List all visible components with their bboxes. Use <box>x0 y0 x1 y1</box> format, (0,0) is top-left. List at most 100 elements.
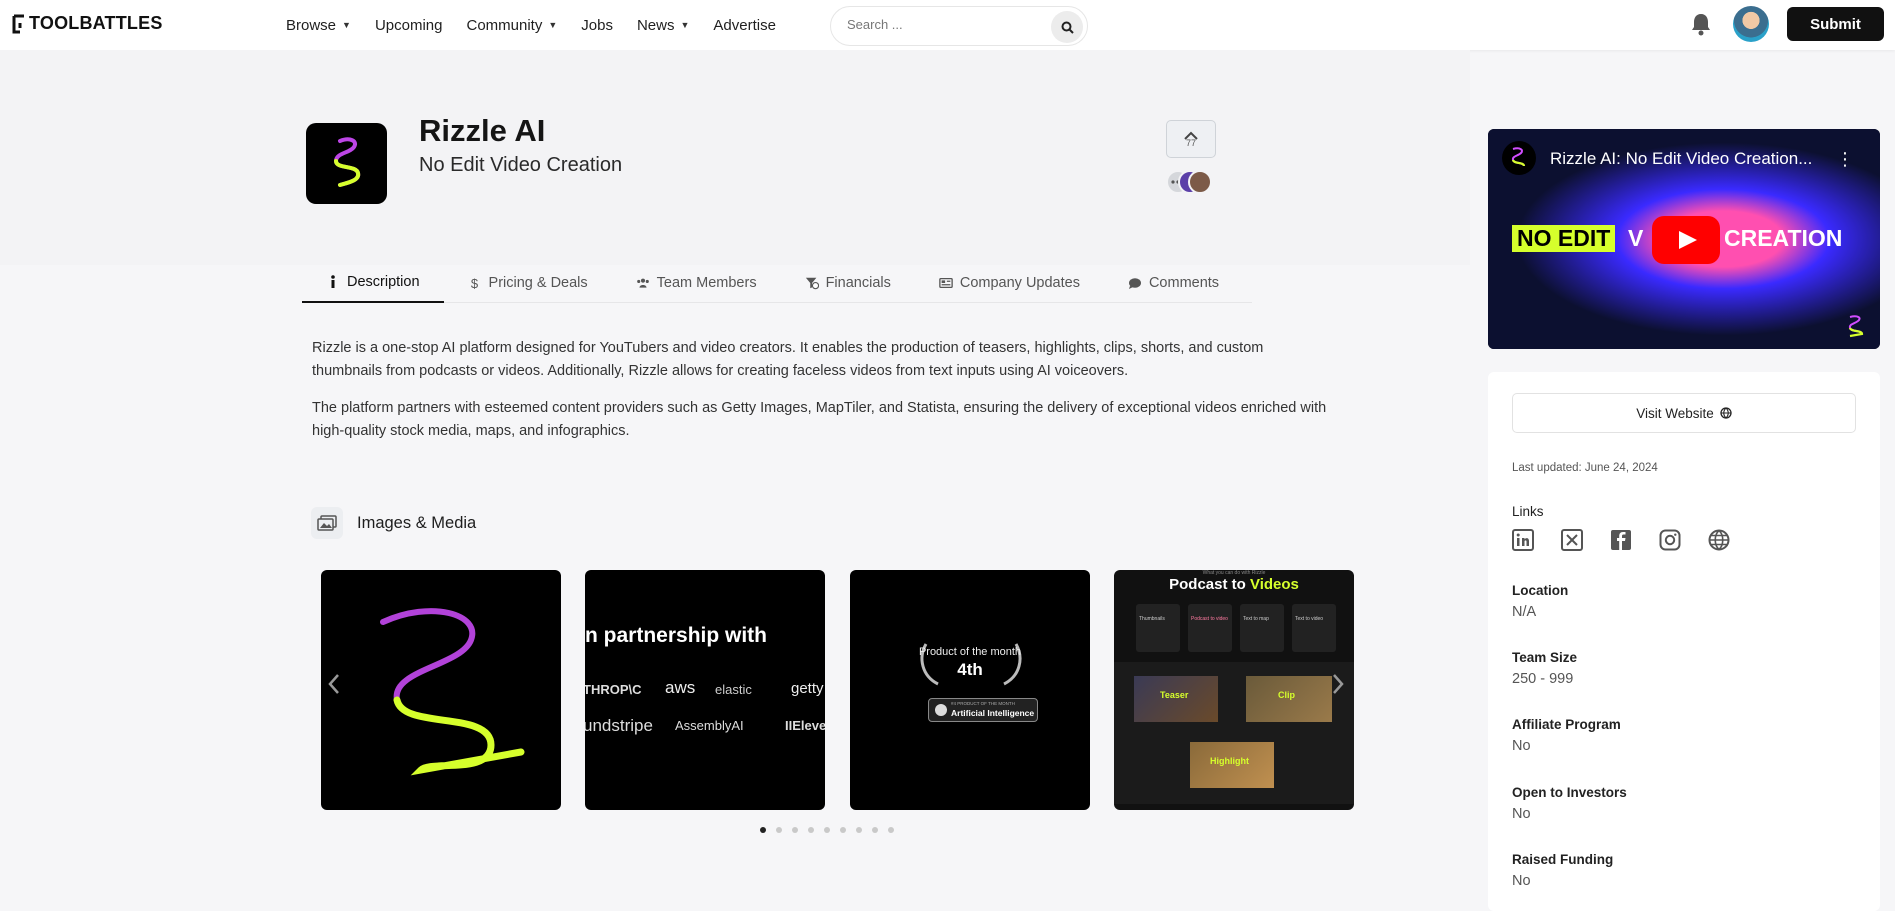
chevron-left-icon <box>328 674 339 694</box>
search-button[interactable] <box>1051 11 1083 43</box>
partner-logo: getty <box>791 680 824 697</box>
product-info-card: Visit Website Last updated: June 24, 202… <box>1488 372 1880 911</box>
info-value-location: N/A <box>1512 604 1537 620</box>
partner-logo: IIEleve <box>785 718 825 733</box>
media-slide[interactable]: Product of the month 4th #4 PRODUCT OF T… <box>850 570 1090 810</box>
carousel-dot[interactable] <box>856 827 862 833</box>
info-label-location: Location <box>1512 583 1569 598</box>
clip-thumbnail: Teaser <box>1134 676 1218 722</box>
video-overlay-text: V <box>1628 225 1644 251</box>
video-title: Rizzle AI: No Edit Video Creation... <box>1550 149 1813 168</box>
product-logo <box>306 123 387 204</box>
description-paragraph: Rizzle is a one-stop AI platform designe… <box>312 340 1264 379</box>
search-box <box>830 6 1088 46</box>
info-label-affiliate-program: Affiliate Program <box>1512 717 1621 732</box>
tab-team-members[interactable]: Team Members <box>612 263 781 303</box>
carousel-dot[interactable] <box>824 827 830 833</box>
top-navbar: TOOLBATTLES Browse ▼ Upcoming Community ▼ … <box>0 0 1895 50</box>
linkedin-icon[interactable] <box>1512 529 1534 551</box>
tab-company-updates[interactable]: Company Updates <box>915 263 1104 303</box>
user-avatar[interactable] <box>1733 6 1769 42</box>
carousel-dot[interactable] <box>776 827 782 833</box>
search-input[interactable] <box>847 17 1037 32</box>
media-section-title: Images & Media <box>357 513 477 532</box>
globe-icon[interactable] <box>1708 529 1730 551</box>
info-value-affiliate-program: No <box>1512 738 1531 754</box>
info-value-open-to-investors: No <box>1512 806 1531 822</box>
carousel-prev-button[interactable] <box>327 672 341 703</box>
partner-logo: elastic <box>715 682 752 697</box>
toolbattles-logo-icon <box>12 14 24 33</box>
carousel-dot[interactable] <box>888 827 894 833</box>
nav-community[interactable]: Community ▼ <box>466 17 557 34</box>
tab-financials[interactable]: Financials <box>781 263 915 303</box>
product-tagline: No Edit Video Creation <box>419 154 623 176</box>
notifications-bell-icon[interactable] <box>1690 12 1712 36</box>
chevron-down-icon: ▼ <box>680 20 690 30</box>
facebook-icon[interactable] <box>1610 529 1632 551</box>
nav-news[interactable]: News ▼ <box>637 17 689 34</box>
channel-avatar-icon <box>1502 141 1536 175</box>
video-overlay-text: CREATION <box>1724 225 1843 251</box>
images-icon <box>311 507 343 539</box>
feature-card: Text to video <box>1292 604 1336 652</box>
slide-heading: Podcast to Videos <box>1169 576 1299 593</box>
nav-browse[interactable]: Browse ▼ <box>286 17 351 34</box>
award-badge: #4 PRODUCT OF THE MONTH Artificial Intel… <box>928 698 1038 722</box>
upvote-count: 77 <box>1185 137 1196 148</box>
media-slide[interactable]: n partnership with THROP\C aws elastic g… <box>585 570 825 810</box>
carousel-dot[interactable] <box>808 827 814 833</box>
tab-comments[interactable]: Comments <box>1104 263 1243 303</box>
carousel-dot[interactable] <box>792 827 798 833</box>
comment-icon <box>1128 276 1142 290</box>
upvote-button[interactable]: 77 <box>1166 120 1216 158</box>
partner-logo: THROP\C <box>585 682 642 697</box>
tab-description[interactable]: Description <box>302 263 444 303</box>
info-value-team-size: 250 - 999 <box>1512 671 1574 687</box>
info-label-raised-funding: Raised Funding <box>1512 852 1614 867</box>
producthunt-icon <box>935 704 947 716</box>
main-nav: Browse ▼ Upcoming Community ▼ Jobs News ▼ A… <box>286 0 800 50</box>
submit-button[interactable]: Submit <box>1787 7 1884 41</box>
media-slide[interactable]: What you can do with Rizzle Podcast to V… <box>1114 570 1354 810</box>
more-vertical-icon[interactable]: ⋮ <box>1836 149 1854 170</box>
search-icon <box>1061 21 1074 34</box>
media-section-header: Images & Media <box>311 507 476 539</box>
brand-name: TOOLBATTLES <box>29 13 163 33</box>
users-icon <box>636 276 650 290</box>
voter-avatar <box>1188 170 1212 194</box>
rizzle-neon-logo-icon <box>380 608 525 776</box>
nav-jobs[interactable]: Jobs <box>581 17 613 34</box>
info-label-team-size: Team Size <box>1512 650 1578 665</box>
info-label-open-to-investors: Open to Investors <box>1512 785 1627 800</box>
tab-pricing-deals[interactable]: $ Pricing & Deals <box>444 263 612 303</box>
globe-icon <box>1720 407 1732 419</box>
clip-thumbnail: Clip <box>1246 676 1332 722</box>
visit-website-button[interactable]: Visit Website <box>1512 393 1856 433</box>
partner-logo: aws <box>665 678 696 697</box>
feature-card: Text to map <box>1240 604 1284 652</box>
media-slide[interactable] <box>321 570 561 810</box>
instagram-icon[interactable] <box>1659 529 1681 551</box>
carousel-dot[interactable] <box>840 827 846 833</box>
social-links <box>1512 529 1730 551</box>
carousel-next-button[interactable] <box>1331 672 1345 703</box>
video-embed[interactable]: Rizzle AI: No Edit Video Creation... ⋮ N… <box>1488 129 1880 349</box>
product-tabs: Description $ Pricing & Deals Team Membe… <box>302 263 1252 303</box>
rizzle-logo-icon <box>333 137 361 187</box>
carousel-dot[interactable] <box>872 827 878 833</box>
x-twitter-icon[interactable] <box>1561 529 1583 551</box>
award-rank: 4th <box>957 660 983 679</box>
youtube-play-button[interactable] <box>1652 216 1720 264</box>
nav-advertise[interactable]: Advertise <box>713 17 776 34</box>
nav-upcoming[interactable]: Upcoming <box>375 17 443 34</box>
info-value-raised-funding: No <box>1512 873 1531 889</box>
voter-avatars[interactable] <box>1166 170 1226 194</box>
info-icon <box>326 275 340 289</box>
last-updated: Last updated: June 24, 2024 <box>1512 462 1658 474</box>
feature-card: Podcast to video <box>1188 604 1232 652</box>
rizzle-watermark-icon <box>1848 315 1864 338</box>
product-title: Rizzle AI <box>419 113 546 148</box>
carousel-dot[interactable] <box>760 827 766 833</box>
brand-logo[interactable]: TOOLBATTLES <box>12 13 163 34</box>
